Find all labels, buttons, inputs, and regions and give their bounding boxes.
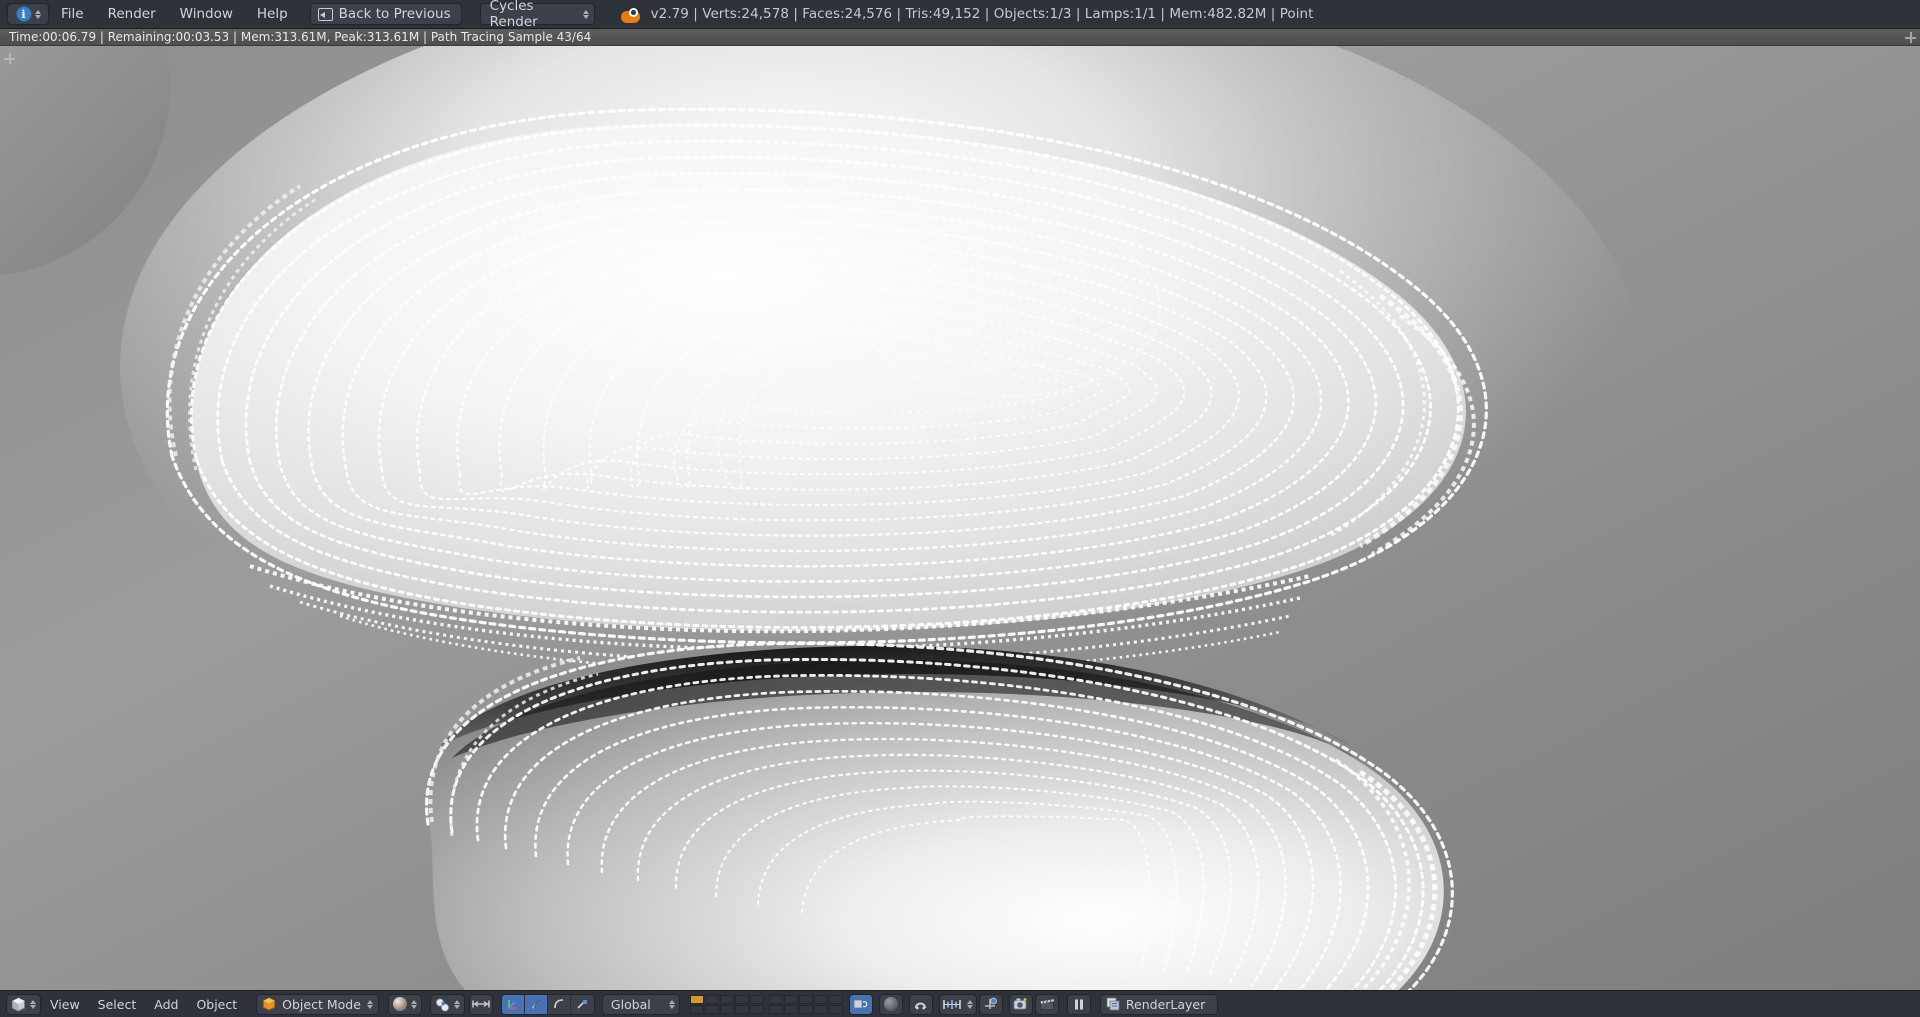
layer-cell[interactable] xyxy=(749,1004,764,1014)
scene-layers-widget[interactable] xyxy=(689,994,843,1014)
material-shading-ball-icon xyxy=(392,997,407,1011)
back-arrow-icon xyxy=(317,7,333,21)
menu-file[interactable]: File xyxy=(50,4,95,24)
back-to-previous-label: Back to Previous xyxy=(338,6,451,22)
opengl-render-animation-button[interactable] xyxy=(1034,993,1059,1015)
scale-manipulator-icon xyxy=(577,1000,588,1009)
layer-cell[interactable] xyxy=(798,994,813,1004)
scale-manipulator-button-1[interactable] xyxy=(547,994,571,1014)
3d-view-header: View Select Add Object Object Mode Globa… xyxy=(0,990,1920,1017)
layer-cell[interactable] xyxy=(813,1004,828,1014)
opengl-render-animation-clapper-icon xyxy=(1040,999,1054,1010)
object-mode-icon xyxy=(262,997,276,1011)
rotate-manipulator-icon xyxy=(531,999,540,1011)
plus-icon[interactable] xyxy=(1905,32,1916,43)
proportional-edit-button[interactable] xyxy=(468,993,493,1015)
snap-increment-icon xyxy=(940,995,964,1014)
rendered-image xyxy=(0,46,1920,1011)
blender-logo-icon xyxy=(620,6,640,23)
render-engine-value: Cycles Render xyxy=(489,0,538,30)
chevron-updown-icon xyxy=(366,999,373,1009)
render-engine-selector[interactable]: Cycles Render xyxy=(479,0,595,30)
layer-cell[interactable] xyxy=(689,1004,704,1014)
translate-manipulator-button[interactable] xyxy=(501,994,525,1014)
interaction-mode-label: Object Mode xyxy=(282,996,361,1012)
chevron-updown-icon xyxy=(668,999,675,1009)
layer-cell[interactable] xyxy=(783,994,798,1004)
layer-cell[interactable] xyxy=(749,994,764,1004)
transform-orientation-value: Global xyxy=(610,996,651,1012)
menu-view[interactable]: View xyxy=(41,995,89,1014)
layer-cell[interactable] xyxy=(768,1004,783,1014)
render-status-text: Time:00:06.79 | Remaining:00:03.53 | Mem… xyxy=(9,30,592,44)
lock-camera-to-view-icon xyxy=(854,999,868,1009)
scale-manipulator-button-2[interactable] xyxy=(570,994,594,1014)
layer-cell[interactable] xyxy=(734,994,749,1004)
chevron-updown-icon xyxy=(34,9,41,19)
layer-block-2[interactable] xyxy=(768,994,843,1014)
transform-orientation-selector[interactable]: Global xyxy=(601,993,680,1015)
scene-statistics-text: v2.79 | Verts:24,578 | Faces:24,576 | Tr… xyxy=(650,6,1314,22)
editor-type-selector-3dview[interactable] xyxy=(6,993,41,1015)
layer-block-1[interactable] xyxy=(689,994,764,1014)
top-info-header: i File Render Window Help Back to Previo… xyxy=(0,0,1920,30)
snap-element-icon xyxy=(985,997,998,1009)
manipulator-button-group[interactable] xyxy=(500,993,595,1015)
layer-cell[interactable] xyxy=(798,1004,813,1014)
chevron-updown-icon xyxy=(30,999,36,1009)
menu-add[interactable]: Add xyxy=(145,995,187,1014)
active-render-layer-label: RenderLayer xyxy=(1125,996,1206,1012)
3d-view-cube-icon xyxy=(11,996,26,1012)
translate-manipulator-icon xyxy=(508,1000,517,1009)
render-progress-header: Time:00:06.79 | Remaining:00:03.53 | Mem… xyxy=(0,29,1920,46)
viewport-shading-selector[interactable] xyxy=(387,993,422,1015)
chevron-updown-icon xyxy=(453,999,460,1009)
menu-select[interactable]: Select xyxy=(89,995,146,1014)
snap-magnet-button[interactable] xyxy=(908,993,933,1015)
layer-cell[interactable] xyxy=(719,994,734,1004)
sphere-icon xyxy=(883,997,898,1011)
active-render-layer-selector[interactable]: RenderLayer xyxy=(1099,993,1219,1015)
chevron-updown-icon xyxy=(582,9,589,19)
snap-target-selector[interactable] xyxy=(938,993,977,1015)
snap-element-button[interactable] xyxy=(978,993,1003,1015)
menu-help[interactable]: Help xyxy=(246,4,299,24)
opengl-render-image-button[interactable] xyxy=(1008,993,1033,1015)
proportional-edit-icon xyxy=(472,1000,490,1008)
rotate-arc-icon xyxy=(554,999,563,1009)
opengl-render-image-icon xyxy=(1013,998,1027,1010)
layer-cell[interactable] xyxy=(689,994,704,1004)
plus-icon[interactable] xyxy=(4,53,15,64)
render-shading-button[interactable] xyxy=(878,993,903,1015)
layer-cell[interactable] xyxy=(734,1004,749,1014)
layer-cell[interactable] xyxy=(768,994,783,1004)
render-layers-icon xyxy=(1106,997,1120,1011)
interaction-mode-selector[interactable]: Object Mode xyxy=(256,993,379,1015)
layer-cell[interactable] xyxy=(704,994,719,1004)
lock-camera-to-view-button[interactable] xyxy=(848,993,873,1015)
menu-render[interactable]: Render xyxy=(97,4,167,24)
pivot-median-point-icon xyxy=(435,997,450,1012)
chevron-updown-icon xyxy=(410,999,417,1009)
layer-cell[interactable] xyxy=(719,1004,734,1014)
pause-icon xyxy=(1074,999,1083,1009)
back-to-previous-button[interactable]: Back to Previous xyxy=(309,3,462,25)
menu-window[interactable]: Window xyxy=(169,4,244,24)
rotate-manipulator-button[interactable] xyxy=(524,994,548,1014)
pause-render-button[interactable] xyxy=(1066,993,1091,1015)
info-icon: i xyxy=(15,6,32,22)
snap-magnet-icon xyxy=(915,1002,927,1010)
image-editor-render-result[interactable] xyxy=(0,46,1920,1011)
layer-cell[interactable] xyxy=(704,1004,719,1014)
layer-cell[interactable] xyxy=(828,1004,843,1014)
chevron-updown-icon[interactable] xyxy=(964,995,976,1014)
layer-cell[interactable] xyxy=(783,1004,798,1014)
layer-cell[interactable] xyxy=(828,994,843,1004)
layer-cell[interactable] xyxy=(813,994,828,1004)
menu-object[interactable]: Object xyxy=(187,995,246,1014)
pivot-point-selector[interactable] xyxy=(429,993,465,1015)
editor-type-selector-info[interactable]: i xyxy=(7,3,49,25)
